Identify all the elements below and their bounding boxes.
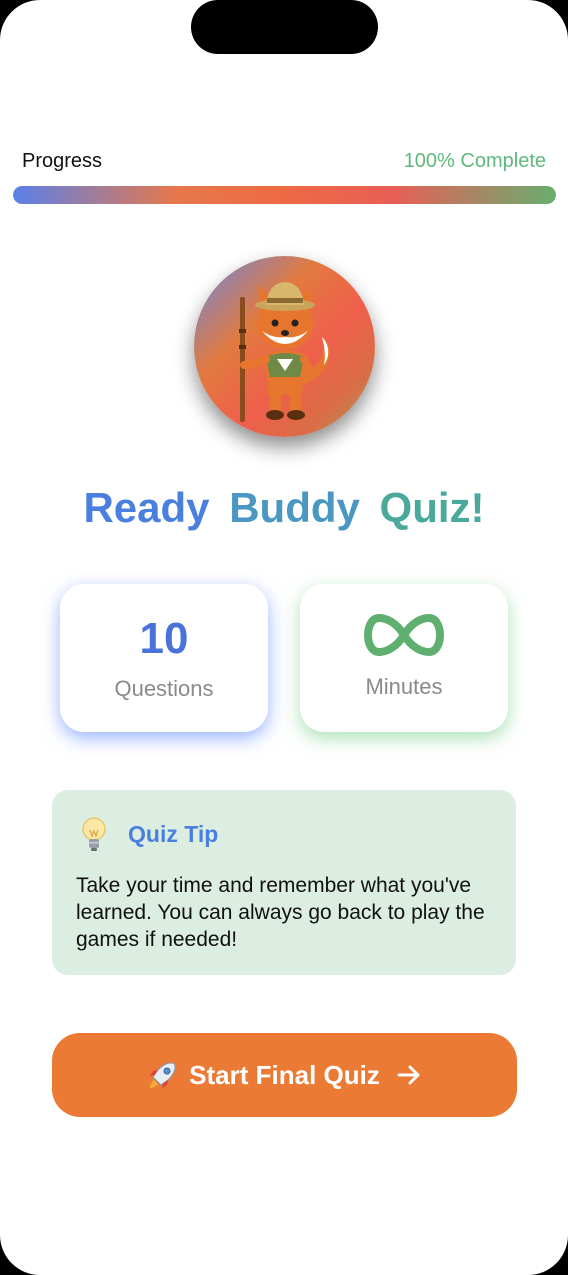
title-word-1: Ready (83, 484, 210, 531)
fox-explorer-icon (238, 281, 330, 422)
minutes-card: Minutes (300, 584, 508, 732)
rocket-icon (150, 1062, 176, 1088)
quiz-intro-screen: Progress 100% Complete Ready Buddy Quiz!… (0, 0, 568, 1275)
infinity-icon (364, 614, 444, 656)
tip-header: Quiz Tip (80, 816, 218, 852)
title-word-3: Quiz! (379, 484, 485, 531)
arrow-right-icon (397, 1065, 420, 1085)
start-button-label: Start Final Quiz (189, 1059, 380, 1090)
tip-text: Take your time and remember what you've … (76, 874, 485, 951)
device-notch (191, 0, 378, 54)
progress-label: Progress (22, 150, 103, 172)
mascot-avatar (194, 256, 375, 437)
quiz-title: Ready Buddy Quiz! (0, 484, 568, 532)
progress-header: Progress 100% Complete (22, 150, 546, 173)
progress-bar (13, 186, 556, 204)
lightbulb-icon (82, 817, 106, 851)
start-final-quiz-button[interactable]: Start Final Quiz (52, 1033, 517, 1117)
questions-count: 10 (139, 614, 189, 663)
quiz-tip-box: Quiz Tip Take your time and remember wha… (52, 790, 516, 975)
questions-label: Questions (114, 676, 214, 701)
minutes-label: Minutes (365, 674, 443, 699)
progress-value: 100% Complete (403, 150, 546, 172)
progress-fill (13, 186, 556, 204)
questions-card: 10 Questions (60, 584, 268, 732)
title-word-2: Buddy (229, 484, 360, 531)
tip-title: Quiz Tip (128, 820, 219, 847)
